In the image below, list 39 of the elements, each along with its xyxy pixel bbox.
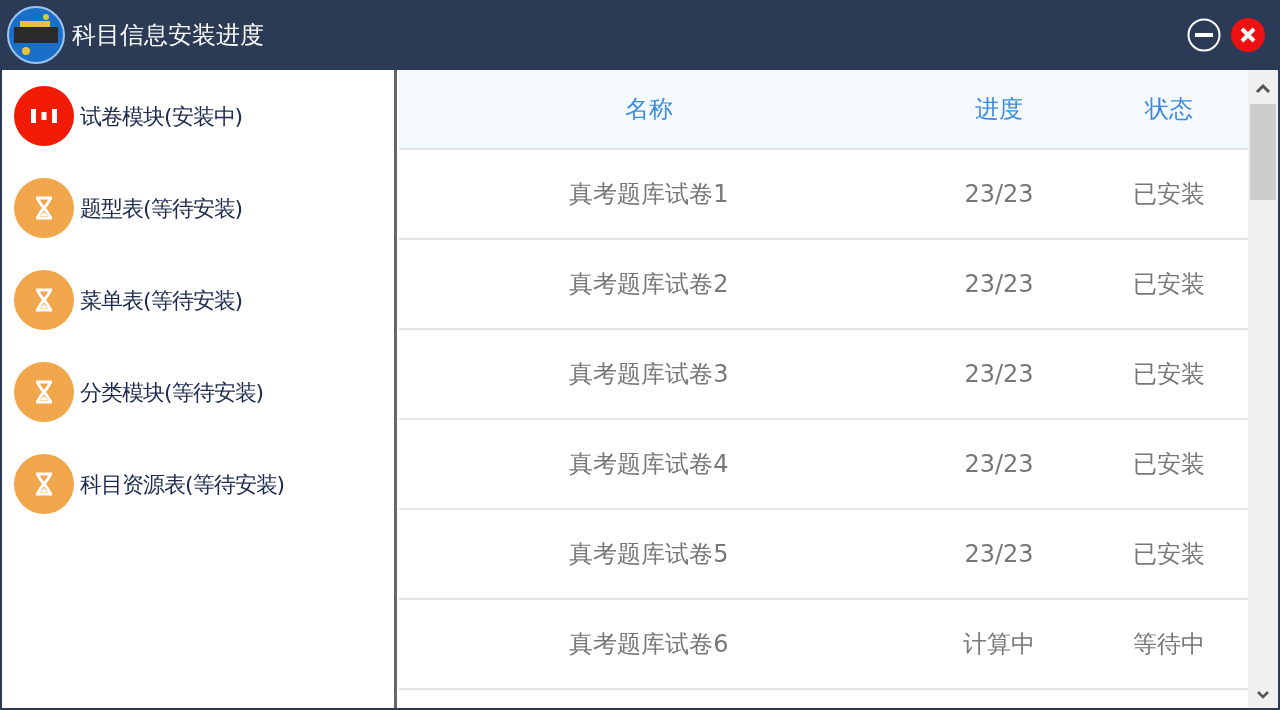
table-cell-text: 23/23	[964, 539, 1034, 570]
table-cell-text: 已安装	[1133, 269, 1205, 300]
equalizer-icon	[14, 86, 74, 146]
hourglass-icon	[14, 178, 74, 238]
table-cell-text: 等待中	[1133, 629, 1205, 660]
logo-icon	[6, 5, 66, 65]
scrollbar[interactable]	[1248, 70, 1278, 708]
column-header: 状态	[1145, 94, 1193, 125]
close-icon	[1231, 18, 1265, 52]
window-title: 科目信息安装进度	[72, 20, 264, 51]
minimize-icon	[1187, 18, 1221, 52]
table-cell-text: 真考题库试卷5	[569, 539, 729, 570]
module-label: 菜单表(等待安装)	[80, 286, 243, 315]
scrollbar-thumb[interactable]	[1250, 104, 1276, 200]
minimize-button[interactable]	[1186, 17, 1222, 53]
table-cell-text: 计算中	[963, 629, 1035, 660]
table-cell-text: 23/23	[964, 269, 1034, 300]
table-cell-text: 已安装	[1133, 539, 1205, 570]
hourglass-icon	[14, 454, 74, 514]
module-label: 题型表(等待安装)	[80, 194, 243, 223]
table-cell-text: 已安装	[1133, 359, 1205, 390]
table-cell-text: 已安装	[1133, 179, 1205, 210]
table-cell-text: 23/23	[964, 449, 1034, 480]
table-cell-text: 真考题库试卷1	[569, 179, 729, 210]
close-button[interactable]	[1230, 17, 1266, 53]
table-cell-text: 23/23	[964, 179, 1034, 210]
hourglass-icon	[14, 270, 74, 330]
table-cell-text: 已安装	[1133, 449, 1205, 480]
module-label: 试卷模块(安装中)	[80, 102, 243, 131]
table-cell-text: 真考题库试卷2	[569, 269, 729, 300]
hourglass-icon	[14, 362, 74, 422]
table-cell-text: 真考题库试卷4	[569, 449, 729, 480]
module-label: 分类模块(等待安装)	[80, 378, 264, 407]
column-header: 名称	[625, 94, 673, 125]
table-cell-text: 真考题库试卷3	[569, 359, 729, 390]
module-label: 科目资源表(等待安装)	[80, 470, 285, 499]
table-cell-text: 真考题库试卷6	[569, 629, 729, 660]
table-cell-text: 23/23	[964, 359, 1034, 390]
column-header: 进度	[975, 94, 1023, 125]
